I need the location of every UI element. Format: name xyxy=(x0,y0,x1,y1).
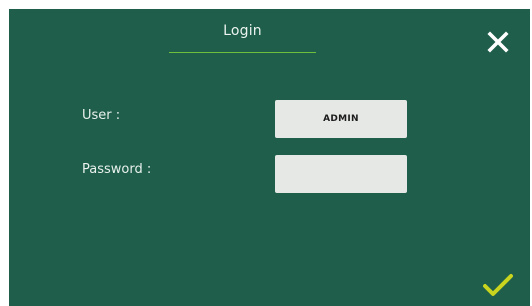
confirm-button[interactable] xyxy=(481,271,515,299)
title-underline xyxy=(169,52,316,53)
password-field[interactable] xyxy=(275,155,407,193)
login-dialog: Login User : ADMIN Password : xyxy=(9,9,530,306)
close-button[interactable] xyxy=(485,29,511,55)
password-label: Password : xyxy=(82,162,152,177)
user-label: User : xyxy=(82,108,121,123)
checkmark-icon xyxy=(483,274,513,296)
user-field[interactable]: ADMIN xyxy=(275,100,407,138)
dialog-title: Login xyxy=(223,23,262,39)
close-icon xyxy=(487,31,509,53)
